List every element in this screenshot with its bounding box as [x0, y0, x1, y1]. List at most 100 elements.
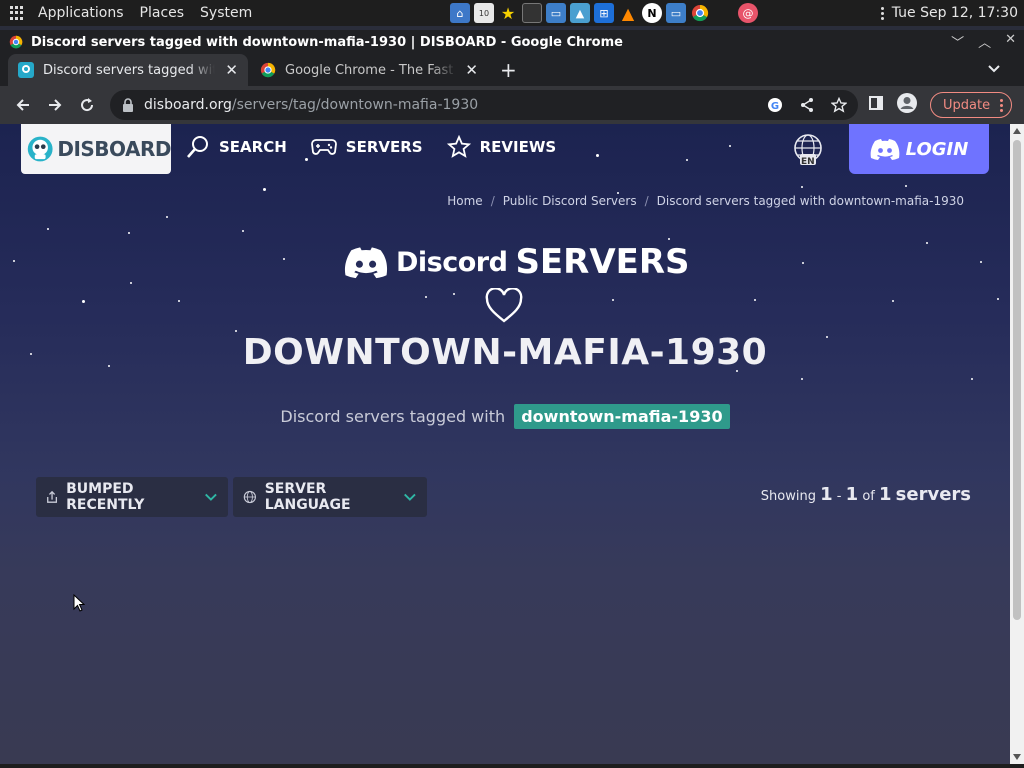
tagged-prefix: Discord servers tagged with	[280, 407, 506, 426]
update-button[interactable]: Update	[930, 92, 1013, 118]
clock-area[interactable]: Tue Sep 12, 17:30	[880, 0, 1018, 26]
hero-heading: Discord SERVERS	[344, 242, 690, 282]
star-outline-icon	[446, 135, 471, 158]
window-titlebar: Discord servers tagged with downtown-maf…	[0, 30, 1024, 54]
share-icon[interactable]	[798, 96, 816, 114]
site-nav: SEARCH SERVERS REVIEWS	[186, 134, 556, 160]
sort-dropdown[interactable]: BUMPED RECENTLY	[36, 477, 228, 517]
results-count: Showing 1 - 1 of 1 servers	[761, 484, 971, 505]
results-of: of	[862, 489, 875, 504]
panel-menu-icon[interactable]	[880, 6, 884, 20]
star-decoration	[425, 296, 427, 298]
breadcrumb-home[interactable]: Home	[447, 194, 482, 208]
breadcrumb-separator: /	[490, 194, 495, 208]
minimize-icon[interactable]: ﹀	[951, 32, 964, 51]
maximize-icon[interactable]: ︿	[978, 32, 991, 51]
server-language-dropdown[interactable]: SERVER LANGUAGE	[233, 477, 427, 517]
bump-icon	[47, 490, 58, 503]
tab-google-chrome[interactable]: Google Chrome - The Fast & Secure Web Br…	[250, 54, 488, 86]
language-selector[interactable]: EN	[793, 134, 823, 167]
login-button[interactable]: LOGIN	[849, 124, 989, 174]
vlc-icon[interactable]: ▲	[618, 3, 638, 23]
tab-disboard[interactable]: Discord servers tagged with downtown-maf…	[8, 54, 248, 86]
window-title: Discord servers tagged with downtown-maf…	[31, 34, 623, 50]
star-decoration	[453, 293, 455, 295]
chrome-favicon-icon	[260, 62, 276, 78]
windows-icon[interactable]: ⊞	[594, 3, 614, 23]
back-icon[interactable]	[12, 94, 34, 116]
star-decoration	[801, 378, 803, 380]
nav-servers-label: SERVERS	[345, 138, 423, 156]
star-decoration	[178, 300, 180, 302]
disboard-mascot-icon	[27, 136, 53, 162]
nav-search-label: SEARCH	[219, 138, 287, 156]
nav-reviews[interactable]: REVIEWS	[446, 134, 557, 160]
close-window-icon[interactable]: ✕	[1005, 32, 1016, 51]
menu-applications[interactable]: Applications	[30, 5, 132, 21]
menu-system[interactable]: System	[192, 5, 260, 21]
url-path: /servers/tag/downtown-mafia-1930	[231, 97, 479, 113]
breadcrumb-public-servers[interactable]: Public Discord Servers	[503, 194, 637, 208]
mouse-cursor-icon	[73, 594, 85, 612]
debian-icon[interactable]: @	[738, 3, 758, 23]
files-icon[interactable]: ▭	[546, 3, 566, 23]
new-tab-icon[interactable]: +	[500, 58, 517, 82]
star-decoration	[997, 298, 999, 300]
apps-grid-icon[interactable]	[10, 6, 24, 20]
star-decoration	[801, 186, 803, 188]
address-bar[interactable]: disboard.org/servers/tag/downtown-mafia-…	[110, 90, 858, 120]
launcher-tray: ⌂ 10 ★ ▭ ▲ ⊞ ▲ N ▭ @	[450, 3, 758, 23]
gamepad-icon	[310, 139, 337, 155]
bookmark-star-icon[interactable]	[830, 96, 848, 114]
disboard-logo[interactable]: DISBOARD	[21, 124, 171, 174]
nav-servers[interactable]: SERVERS	[310, 134, 423, 160]
chrome-logo-icon	[9, 35, 23, 49]
menu-places[interactable]: Places	[132, 5, 193, 21]
reload-icon[interactable]	[76, 94, 98, 116]
scrollbar-thumb[interactable]	[1013, 140, 1021, 620]
tab-search-chevron-icon[interactable]	[986, 60, 1002, 76]
star-decoration	[596, 154, 599, 157]
side-panel-icon[interactable]	[868, 95, 884, 115]
sort-label: BUMPED RECENTLY	[66, 481, 145, 513]
folder-icon[interactable]: ▭	[666, 3, 686, 23]
nav-reviews-label: REVIEWS	[479, 138, 557, 156]
close-tab-icon[interactable]: ✕	[465, 61, 478, 79]
results-to: 1	[845, 484, 859, 505]
image-viewer-icon[interactable]: ▲	[570, 3, 590, 23]
hero-servers-text: SERVERS	[515, 242, 690, 282]
star-decoration	[729, 145, 731, 147]
page-scrollbar[interactable]	[1010, 124, 1024, 764]
profile-avatar-icon[interactable]	[896, 92, 918, 118]
tab-strip: Discord servers tagged with downtown-maf…	[0, 54, 1024, 86]
tag-chip[interactable]: downtown-mafia-1930	[514, 404, 730, 429]
server-language-label: SERVER LANGUAGE	[264, 481, 351, 513]
forward-icon[interactable]	[44, 94, 66, 116]
chevron-down-icon	[404, 493, 416, 501]
chevron-down-icon	[205, 493, 217, 501]
nav-search[interactable]: SEARCH	[186, 134, 287, 160]
discord-logo-icon	[344, 247, 388, 279]
star-decoration	[892, 300, 894, 302]
home-folder-icon[interactable]: ⌂	[450, 3, 470, 23]
star-decoration	[971, 378, 973, 380]
star-app-icon[interactable]: ★	[498, 3, 518, 23]
results-from: 1	[820, 484, 833, 505]
star-decoration	[130, 282, 132, 284]
lock-icon[interactable]	[122, 98, 134, 112]
close-tab-icon[interactable]: ✕	[225, 61, 238, 79]
scroll-down-icon[interactable]	[1013, 754, 1021, 760]
language-code: EN	[801, 157, 815, 167]
binary-file-icon[interactable]: 10	[474, 3, 494, 23]
star-decoration	[242, 230, 244, 232]
google-lens-icon[interactable]: G	[766, 96, 784, 114]
heart-icon	[485, 288, 523, 323]
scroll-up-icon[interactable]	[1013, 128, 1021, 134]
terminal-icon[interactable]	[522, 3, 542, 23]
star-decoration	[263, 188, 266, 191]
notion-icon[interactable]: N	[642, 3, 662, 23]
chrome-icon[interactable]	[690, 3, 710, 23]
star-decoration	[128, 232, 130, 234]
results-unit: servers	[895, 484, 971, 505]
chrome-menu-icon[interactable]	[1000, 98, 1004, 112]
